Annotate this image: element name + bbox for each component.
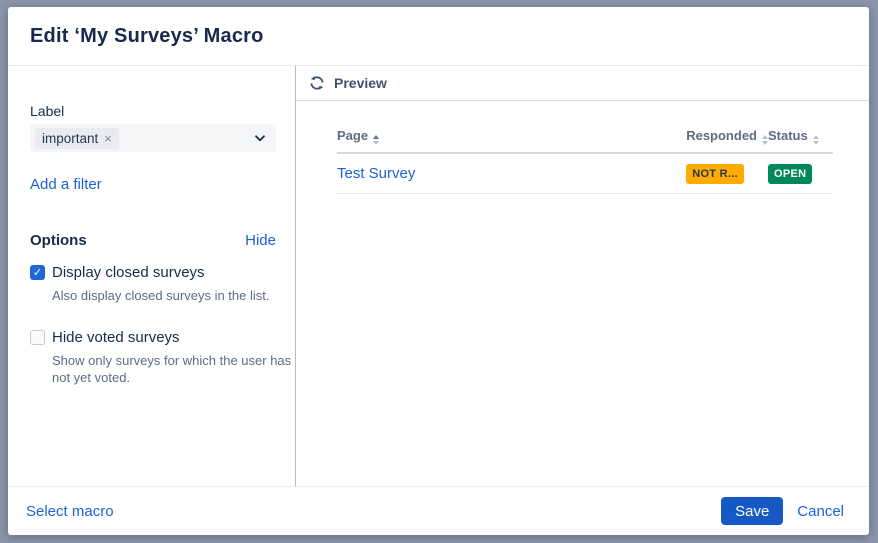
sort-asc-icon	[373, 135, 379, 145]
options-heading: Options	[30, 232, 87, 249]
preview-panel: Preview Page Responded	[296, 66, 869, 486]
remove-tag-icon[interactable]: ×	[104, 132, 112, 145]
dialog-header: Edit ‘My Surveys’ Macro	[8, 7, 869, 66]
table-header-row: Page Responded Status	[337, 128, 833, 153]
column-header-responded[interactable]: Responded	[686, 128, 768, 153]
table-row: Test Survey NOT R... OPEN	[337, 153, 833, 194]
select-macro-link[interactable]: Select macro	[26, 503, 114, 520]
label-tag: important ×	[35, 128, 119, 149]
surveys-table: Page Responded Status Test Surv	[337, 128, 833, 194]
preview-body: Page Responded Status Test Surv	[296, 101, 869, 194]
chevron-down-icon	[254, 132, 266, 144]
hide-voted-surveys-group: Hide voted surveys Show only surveys for…	[30, 329, 275, 387]
sort-icon	[813, 135, 819, 145]
responded-badge: NOT R...	[686, 164, 744, 184]
label-select[interactable]: important ×	[30, 124, 276, 152]
hide-options-link[interactable]: Hide	[245, 232, 276, 249]
options-row: Options Hide	[30, 232, 276, 249]
checkbox-checked-icon[interactable]	[30, 265, 45, 280]
add-filter-link[interactable]: Add a filter	[30, 176, 102, 193]
hide-voted-surveys-checkbox-row[interactable]: Hide voted surveys	[30, 329, 275, 346]
display-closed-surveys-checkbox-row[interactable]: Display closed surveys	[30, 264, 275, 281]
refresh-icon[interactable]	[309, 75, 325, 91]
checkbox-unchecked-icon[interactable]	[30, 330, 45, 345]
checkbox-description: Show only surveys for which the user has…	[52, 352, 307, 387]
save-button[interactable]: Save	[721, 497, 783, 525]
status-badge: OPEN	[768, 164, 812, 184]
cancel-button[interactable]: Cancel	[797, 503, 844, 520]
dialog-title: Edit ‘My Surveys’ Macro	[30, 25, 264, 48]
preview-title: Preview	[334, 75, 387, 91]
column-header-status[interactable]: Status	[768, 128, 833, 153]
checkbox-label: Display closed surveys	[52, 264, 205, 281]
label-field-label: Label	[30, 103, 275, 119]
display-closed-surveys-group: Display closed surveys Also display clos…	[30, 264, 275, 305]
dialog-body: Label important × Add a filter Options H…	[8, 66, 869, 486]
dialog-footer: Select macro Save Cancel	[8, 486, 869, 535]
label-tag-text: important	[42, 131, 98, 146]
edit-macro-dialog: Edit ‘My Surveys’ Macro Label important …	[8, 7, 869, 535]
checkbox-label: Hide voted surveys	[52, 329, 180, 346]
preview-header: Preview	[296, 66, 869, 101]
checkbox-description: Also display closed surveys in the list.	[52, 287, 307, 305]
column-header-page[interactable]: Page	[337, 128, 686, 153]
survey-page-link[interactable]: Test Survey	[337, 165, 415, 182]
macro-parameters-panel: Label important × Add a filter Options H…	[8, 66, 296, 486]
